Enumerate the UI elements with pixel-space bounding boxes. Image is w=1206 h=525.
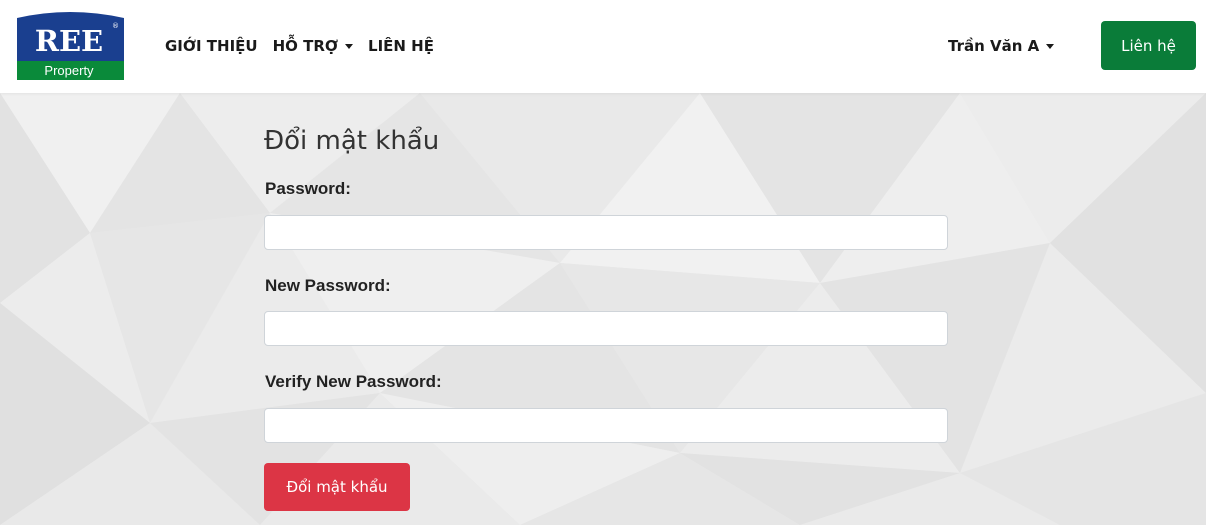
new-password-field[interactable] [264, 311, 948, 346]
background-pattern [0, 93, 1206, 525]
new-password-label: New Password: [265, 276, 391, 295]
user-name: Trần Văn A [948, 37, 1040, 55]
page-title: Đổi mật khẩu [264, 126, 440, 156]
password-label: Password: [265, 179, 351, 198]
verify-new-password-label: Verify New Password: [265, 372, 442, 391]
chevron-down-icon [345, 44, 354, 49]
ree-property-logo[interactable]: REE ® Property [15, 8, 126, 81]
main-content: Đổi mật khẩu Password: New Password: Ver… [0, 93, 1206, 525]
logo-text-ree: REE [35, 24, 103, 58]
nav-item-lien-he[interactable]: LIÊN HỆ [368, 36, 434, 56]
nav-item-ho-tro[interactable]: HỖ TRỢ [272, 36, 354, 56]
contact-button[interactable]: Liên hệ [1101, 21, 1196, 70]
nav-item-label: GIỚI THIỆU [165, 37, 258, 55]
password-field[interactable] [264, 215, 948, 250]
chevron-down-icon [1046, 44, 1055, 49]
nav-item-label: HỖ TRỢ [272, 37, 339, 55]
nav-item-label: LIÊN HỆ [368, 37, 434, 55]
user-menu-dropdown[interactable]: Trần Văn A [948, 36, 1055, 56]
main-nav: GIỚI THIỆU HỖ TRỢ LIÊN HỆ [165, 36, 434, 56]
logo-registered-mark: ® [112, 22, 119, 30]
logo-text-property: Property [44, 63, 94, 78]
change-password-button[interactable]: Đổi mật khẩu [264, 463, 410, 511]
verify-new-password-field[interactable] [264, 408, 948, 443]
nav-item-gioi-thieu[interactable]: GIỚI THIỆU [165, 36, 258, 56]
top-navbar: REE ® Property GIỚI THIỆU HỖ TRỢ LIÊN HỆ… [0, 0, 1206, 93]
